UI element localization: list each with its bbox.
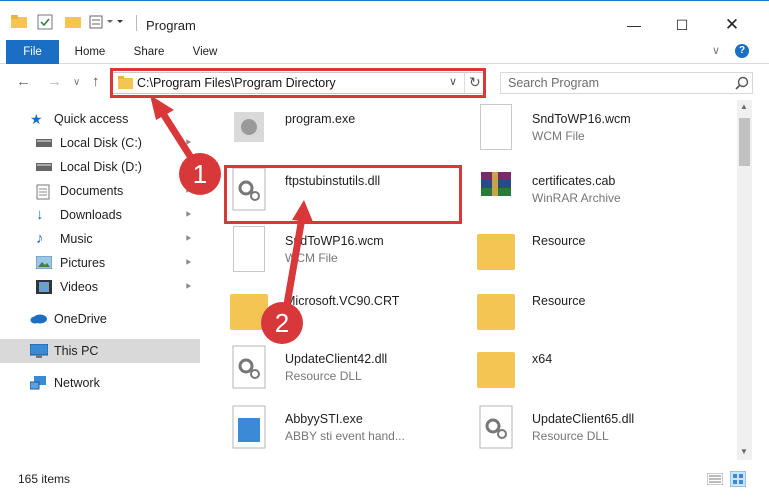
scroll-up-icon[interactable]: ▲ [740, 102, 748, 111]
callout-1: 1 [179, 153, 221, 195]
large-icons-view-icon[interactable] [730, 471, 746, 487]
scroll-down-icon[interactable]: ▼ [740, 447, 748, 456]
item-count: 165 items [18, 472, 71, 486]
details-view-icon[interactable] [707, 473, 723, 485]
status-bar: 165 items [0, 466, 769, 491]
callout-2: 2 [261, 302, 303, 344]
scrollbar-thumb[interactable] [739, 118, 750, 166]
annotation-arrows [150, 95, 313, 311]
